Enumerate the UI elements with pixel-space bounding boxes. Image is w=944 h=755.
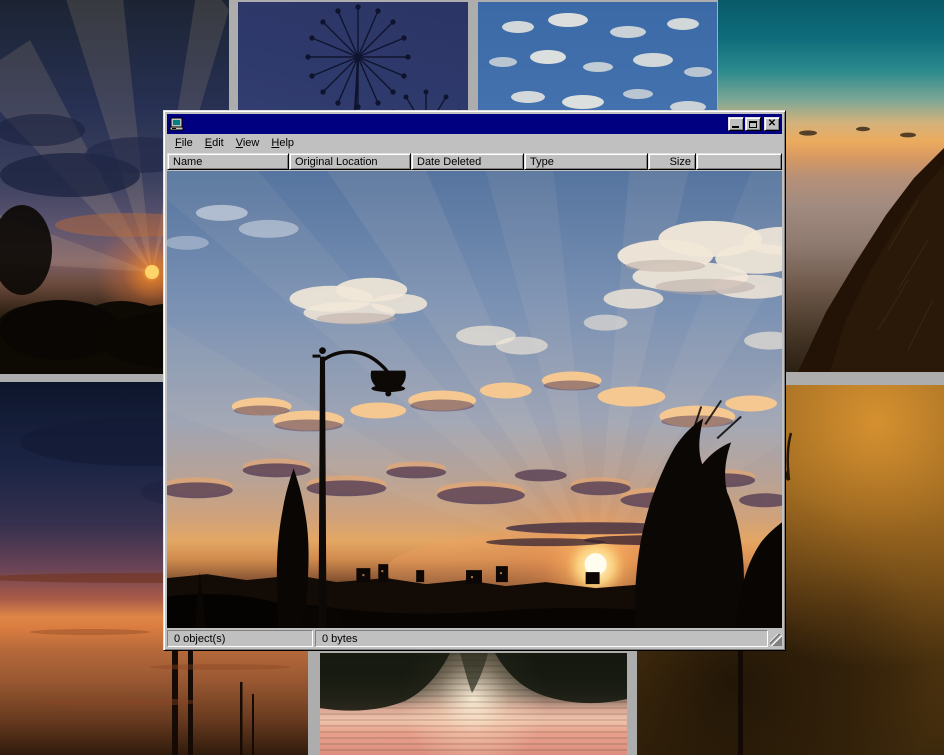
status-size: 0 bytes (315, 630, 768, 647)
column-header-filler (696, 153, 782, 170)
menu-edit[interactable]: Edit (199, 135, 230, 151)
menu-file[interactable]: File (169, 135, 199, 151)
minimize-icon (732, 126, 739, 128)
menu-bar: File Edit View Help (167, 134, 782, 152)
background-photo-pink-water-reflections (320, 653, 627, 755)
maximize-button[interactable] (745, 117, 761, 131)
window-controls: ✕ (727, 117, 780, 131)
resize-grip[interactable] (770, 634, 782, 646)
ripple-texture (320, 653, 627, 755)
sunset-sky-streetlamp-photo (167, 171, 782, 628)
minimize-button[interactable] (728, 117, 744, 131)
close-icon: ✕ (768, 119, 776, 129)
file-list-view[interactable] (167, 171, 782, 628)
maximize-icon (749, 121, 757, 128)
menu-help[interactable]: Help (265, 135, 300, 151)
column-header-row: Name Original Location Date Deleted Type… (167, 152, 782, 171)
computer-icon[interactable] (169, 117, 185, 132)
column-header-type[interactable]: Type (524, 153, 648, 170)
close-button[interactable]: ✕ (764, 117, 780, 131)
status-object-count: 0 object(s) (167, 630, 313, 647)
column-header-date-deleted[interactable]: Date Deleted (411, 153, 524, 170)
column-header-size[interactable]: Size (648, 153, 696, 170)
column-header-name[interactable]: Name (167, 153, 289, 170)
title-bar[interactable]: ✕ (167, 114, 782, 134)
status-bar: 0 object(s) 0 bytes (167, 630, 782, 647)
recycle-bin-window: ✕ File Edit View Help Name Original Loca… (163, 110, 786, 651)
desktop-background: ✕ File Edit View Help Name Original Loca… (0, 0, 944, 755)
column-header-original-location[interactable]: Original Location (289, 153, 411, 170)
menu-view[interactable]: View (230, 135, 266, 151)
